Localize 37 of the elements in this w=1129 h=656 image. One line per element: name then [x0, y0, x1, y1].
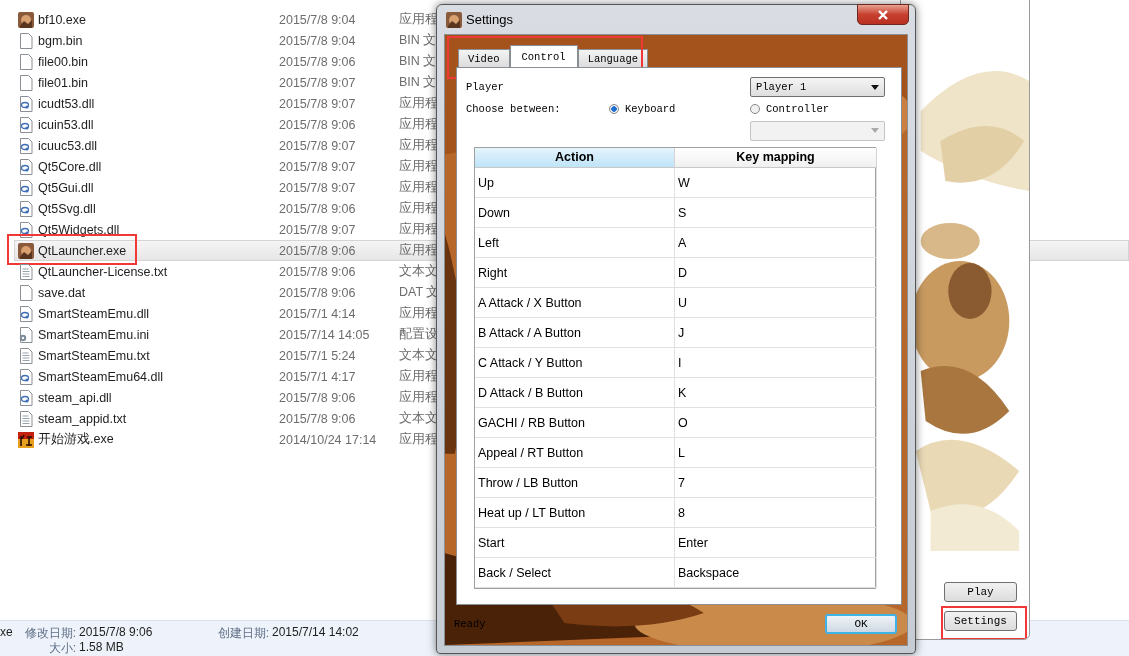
file-type: 配置设	[399, 326, 438, 343]
file-date: 2015/7/8 9:04	[279, 33, 357, 48]
file-type: BIN 文	[399, 53, 437, 70]
file-date: 2015/7/14 14:05	[279, 327, 371, 342]
file-date: 2015/7/8 9:04	[279, 12, 357, 27]
file-date: 2014/10/24 17:14	[279, 432, 378, 447]
file-date: 2015/7/8 9:06	[279, 285, 357, 300]
file-date: 2015/7/8 9:07	[279, 75, 357, 90]
file-date: 2015/7/8 9:06	[279, 54, 357, 69]
file-date: 2015/7/8 9:07	[279, 222, 357, 237]
file-date: 2015/7/8 9:06	[279, 117, 357, 132]
file-type: BIN 文	[399, 32, 437, 49]
size-label: 大小:	[47, 640, 76, 655]
file-date: 2015/7/8 9:07	[279, 96, 357, 111]
field-label: Player	[466, 81, 505, 93]
created-label: 创建日期:	[216, 625, 269, 640]
file-date: 2015/7/8 9:06	[279, 264, 357, 279]
file-date: 2015/7/8 9:07	[279, 138, 357, 153]
file-date: 2015/7/8 9:07	[279, 180, 357, 195]
file-date: 2015/7/1 4:17	[279, 369, 357, 384]
file-size: 1.58 MB	[78, 640, 125, 655]
modified-label: 修改日期:	[23, 625, 76, 640]
file-date: 2015/7/8 9:06	[279, 243, 357, 258]
file-date: 2015/7/8 9:06	[279, 411, 357, 426]
file-date: 2015/7/8 9:06	[279, 201, 357, 216]
file-type: BIN 文	[399, 74, 437, 91]
created-date: 2015/7/14 14:02	[271, 625, 360, 640]
window-title: Settings	[466, 12, 513, 27]
file-date: 2015/7/8 9:07	[279, 159, 357, 174]
file-name: xe	[0, 625, 14, 640]
status-text: Ready	[454, 618, 486, 630]
file-name: QtLauncher.exe	[37, 243, 128, 258]
file-date: 2015/7/1 5:24	[279, 348, 357, 363]
file-date: 2015/7/8 9:06	[279, 390, 357, 405]
field-label: Choose between:	[466, 102, 562, 115]
modified-date: 2015/7/8 9:06	[78, 625, 154, 640]
file-date: 2015/7/1 4:14	[279, 306, 357, 321]
